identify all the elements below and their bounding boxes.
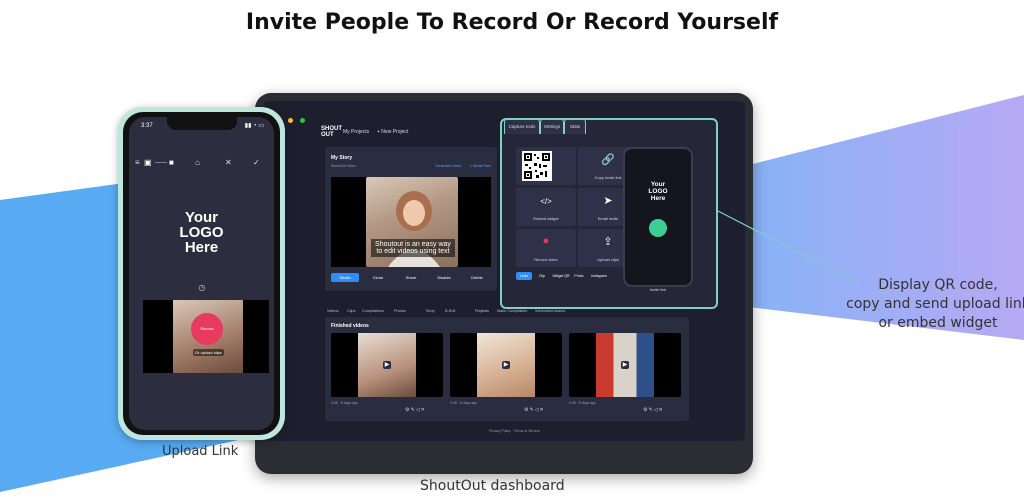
story-actions: Studio Clone Share Disable Delete [331,273,491,283]
status-time: 3:37 [141,123,153,129]
record-video-cell[interactable]: ● Record video [516,229,576,267]
story-title: My Story [331,155,353,161]
page-headline: Invite People To Record Or Record Yourse… [245,10,779,35]
video-thumbnail-2[interactable]: ▶ [450,333,562,397]
story-video-player[interactable]: Shoutout is an easy way to edit videos u… [331,177,491,267]
story-subtitle: ShoutOut Video [331,164,356,168]
thumb-meta-2: 0:05 · 8 days ago [450,401,478,405]
record-icon: ● [542,235,550,247]
timer-icon[interactable]: ◷ [193,279,211,297]
tab-b-roll[interactable]: B-Roll [445,309,455,313]
phone-frame: 3:37 ▮▮ ◔ ▭ ≡ ▣ —— ■ ⌂ ✕ ✓ Your LOGO Here … [118,107,285,440]
brand-logo[interactable]: SHOUT OUT [321,126,342,138]
record-button[interactable]: Record [191,313,223,345]
thumb-actions-2[interactable]: ⚙✎◁✕ [524,407,545,413]
video-subtitle: Shoutout is an easy way to edit videos u… [371,239,455,257]
finished-videos-card: Finished videos ▶ 0:05 · 8 days ago ⚙✎◁✕… [325,317,689,421]
close-icon[interactable]: ✕ [225,158,232,167]
thumb-meta-1: 0:05 · 8 days ago [331,401,359,405]
phone-notch [167,117,237,130]
maximize-dot[interactable] [299,118,305,123]
media-files-link[interactable]: 1 Media Files [470,164,491,168]
annotation-text: Display QR code, copy and send upload li… [846,277,1024,331]
tab-story[interactable]: Story [426,309,435,313]
phone-camera-preview: Record Or upload clips [143,300,269,373]
mini-logo-placeholder: Your LOGO Here [648,181,668,202]
tab-popup-stats[interactable]: Stats [564,119,586,134]
tab-capture-tools[interactable]: Capture tools [504,119,540,134]
phone-toolbar: ≡ ▣ —— ■ ⌂ ✕ ✓ [135,158,270,172]
upload-link-caption: Upload Link [162,444,239,459]
video-thumbnail-1[interactable]: ▶ [331,333,443,397]
phone-logo-placeholder: Your LOGO Here [179,209,224,256]
tab-scheduled-shares[interactable]: Scheduled shares [535,309,565,313]
disable-button[interactable]: Disable [430,273,458,282]
links-button[interactable]: Links [516,272,532,280]
phone-screen: 3:37 ▮▮ ◔ ▭ ≡ ▣ —— ■ ⌂ ✕ ✓ Your LOGO Here … [129,117,274,430]
status-icons: ▮▮ ◔ ▭ [244,123,264,129]
photo-mode-icon[interactable]: ▣ [144,158,152,167]
widget-qr-button[interactable]: Widget QR [552,272,570,280]
thumb-actions-3[interactable]: ⚙✎◁✕ [643,407,664,413]
code-icon: </> [540,197,552,206]
minimize-dot[interactable] [288,118,294,123]
embed-widget-cell[interactable]: </> Embed widget [516,188,576,226]
footer-links[interactable]: Privacy Policy · Terms of Service [489,429,540,433]
tab-compilations[interactable]: Compilations [362,309,384,313]
photo-button[interactable]: Photo [572,272,586,280]
media-tabs: Videos Clips Compilations Photos Story B… [325,309,695,315]
tab-make-compilation[interactable]: Make Compilation [497,309,527,313]
mode-slider[interactable]: —— [155,160,167,166]
tab-photos[interactable]: Photos [394,309,406,313]
clip-button[interactable]: Clip [535,272,549,280]
tab-videos[interactable]: Videos [327,309,339,313]
tab-playlists[interactable]: Playlists [475,309,489,313]
video-thumbnail-3[interactable]: ▶ [569,333,681,397]
embed-widget-label: Embed widget [533,216,559,221]
invite-link-label: Invite link [649,287,667,292]
record-video-label: Record video [534,257,558,262]
tab-popup-settings[interactable]: Settings [540,119,564,134]
thumb-actions-1[interactable]: ⚙✎◁✕ [405,407,426,413]
invite-popup: Capture tools Settings Stats 🔗 Copy invi… [500,118,718,309]
thumb-meta-3: 0:05 · 8 days ago [569,401,597,405]
nav-my-projects[interactable]: My Projects [343,129,369,135]
upload-clips-chip[interactable]: Or upload clips [193,349,224,356]
generated-video-link[interactable]: Generated Video [435,164,461,168]
instagram-button[interactable]: Instagram [588,272,610,280]
play-icon[interactable]: ▶ [502,361,510,369]
tab-clips[interactable]: Clips [347,309,355,313]
video-mode-icon[interactable]: ■ [169,158,174,167]
qr-code-icon [522,151,552,181]
phone-preview: Your LOGO Here [623,147,693,287]
menu-icon[interactable]: ≡ [135,158,140,167]
camera-switch-icon[interactable]: ⌂ [195,158,200,167]
share-button[interactable]: Share [397,273,425,282]
clone-button[interactable]: Clone [364,273,392,282]
play-icon[interactable]: ▶ [621,361,629,369]
qr-code-cell[interactable] [516,147,576,185]
delete-button[interactable]: Delete [463,273,491,282]
mini-record-button[interactable] [649,219,667,237]
finished-videos-title: Finished videos [331,323,369,329]
story-card: My Story ShoutOut Video Generated Video … [325,147,497,291]
phone-bezel: 3:37 ▮▮ ◔ ▭ ≡ ▣ —— ■ ⌂ ✕ ✓ Your LOGO Here … [123,112,280,435]
studio-button[interactable]: Studio [331,273,359,282]
nav-new-project[interactable]: + New Project [377,129,408,135]
check-icon[interactable]: ✓ [253,158,260,167]
play-icon[interactable]: ▶ [383,361,391,369]
